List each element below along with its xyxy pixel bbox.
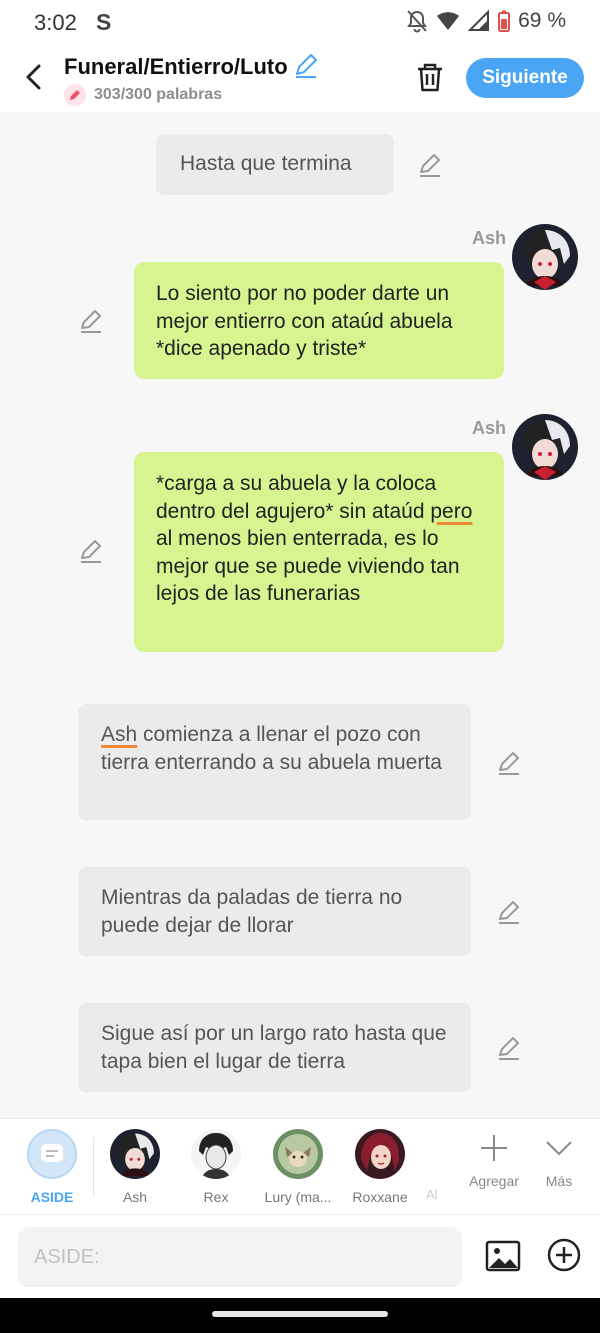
avatar bbox=[355, 1129, 405, 1179]
edit-message-button[interactable] bbox=[496, 1035, 522, 1061]
roxxane-avatar-image bbox=[355, 1129, 405, 1179]
add-label: Agregar bbox=[469, 1173, 519, 1189]
edit-message-button[interactable] bbox=[496, 750, 522, 776]
message-text: Lo siento por no poder darte un mejor en… bbox=[156, 282, 453, 360]
delete-button[interactable] bbox=[414, 60, 446, 94]
status-bar: 3:02 S 69 % bbox=[0, 0, 600, 46]
word-count: 303/300 palabras bbox=[94, 86, 223, 103]
plus-icon bbox=[481, 1135, 507, 1161]
home-indicator[interactable] bbox=[212, 1311, 388, 1317]
status-icons: 69 % bbox=[406, 9, 566, 33]
trash-icon bbox=[418, 63, 442, 92]
edit-message-button[interactable] bbox=[417, 152, 443, 178]
spellcheck-word: pero bbox=[430, 499, 473, 523]
message-text-part: comienza a llenar el pozo con tierra ent… bbox=[101, 723, 442, 774]
edit-message-button[interactable] bbox=[78, 308, 104, 334]
character-bubble[interactable]: *carga a su abuela y la coloca dentro de… bbox=[134, 452, 504, 652]
avatar[interactable] bbox=[512, 224, 578, 290]
character-label-truncated[interactable]: Al bbox=[426, 1187, 438, 1202]
spellcheck-word: Ash bbox=[101, 723, 138, 746]
pencil-icon bbox=[499, 901, 519, 924]
character-label: Roxxane bbox=[352, 1189, 408, 1205]
status-time: 3:02 bbox=[34, 10, 77, 35]
chat-area[interactable]: Hasta que termina Ash Lo siento por no p… bbox=[0, 112, 600, 1118]
character-lury[interactable]: Lury (ma... bbox=[258, 1129, 338, 1205]
message-text: Sigue así por un largo rato hasta que ta… bbox=[101, 1022, 447, 1073]
image-button[interactable] bbox=[484, 1237, 522, 1275]
battery-percent: 69 % bbox=[518, 9, 566, 32]
message-input[interactable] bbox=[18, 1227, 462, 1287]
story-title: Funeral/Entierro/Luto bbox=[64, 54, 288, 79]
avatar bbox=[191, 1129, 241, 1179]
ash-avatar-image bbox=[512, 414, 578, 480]
character-selector: ASIDE Ash Rex Lury (ma... Roxxane Al Agr… bbox=[0, 1118, 600, 1214]
message-text: Mientras da paladas de tierra no puede d… bbox=[101, 886, 403, 937]
system-nav-bar bbox=[0, 1298, 600, 1333]
carrier-letter: S bbox=[96, 9, 112, 35]
notifications-off-icon bbox=[407, 10, 427, 33]
character-rex[interactable]: Rex bbox=[176, 1129, 256, 1205]
sender-name: Ash bbox=[472, 228, 507, 248]
word-count-row: 303/300 palabras bbox=[64, 84, 222, 106]
input-bar bbox=[0, 1214, 600, 1298]
character-label: Rex bbox=[203, 1189, 229, 1205]
back-button[interactable] bbox=[18, 60, 48, 94]
chevron-left-icon bbox=[26, 64, 41, 90]
character-label: Lury (ma... bbox=[264, 1189, 332, 1205]
character-ash[interactable]: Ash bbox=[95, 1129, 175, 1205]
character-label: ASIDE bbox=[30, 1189, 74, 1205]
avatar[interactable] bbox=[512, 414, 578, 480]
aside-avatar bbox=[27, 1129, 77, 1179]
narration-bubble[interactable]: Hasta que termina bbox=[156, 134, 394, 195]
pencil-badge-icon bbox=[64, 84, 86, 106]
chat-bubble-icon bbox=[41, 1144, 63, 1162]
pencil-icon bbox=[499, 1037, 519, 1060]
add-attachment-button[interactable] bbox=[546, 1237, 582, 1273]
ash-avatar-image bbox=[512, 224, 578, 290]
message-text: Hasta que termina bbox=[180, 152, 352, 175]
pencil-icon bbox=[499, 752, 519, 775]
narration-bubble[interactable]: Ash comienza a llenar el pozo con tierra… bbox=[78, 704, 471, 820]
image-icon bbox=[485, 1240, 521, 1272]
pencil-icon bbox=[420, 154, 440, 177]
more-label: Más bbox=[545, 1173, 573, 1189]
pencil-icon bbox=[81, 310, 101, 333]
add-character-button[interactable]: Agregar bbox=[462, 1133, 526, 1189]
plus-circle-icon bbox=[547, 1238, 581, 1272]
lury-avatar-image bbox=[273, 1129, 323, 1179]
chevron-down-icon bbox=[546, 1141, 572, 1156]
rex-avatar-image bbox=[191, 1129, 241, 1179]
avatar bbox=[273, 1129, 323, 1179]
pencil-icon bbox=[296, 54, 317, 78]
divider bbox=[93, 1137, 94, 1197]
message-text-part: *carga a su abuela y la coloca dentro de… bbox=[156, 472, 437, 523]
message-text-part: al menos bien enterrada, es lo mejor que… bbox=[156, 527, 460, 605]
edit-message-button[interactable] bbox=[78, 538, 104, 564]
avatar bbox=[110, 1129, 160, 1179]
wifi-icon bbox=[437, 12, 460, 30]
sender-name: Ash bbox=[472, 418, 507, 438]
character-label: Ash bbox=[122, 1189, 148, 1205]
edit-title-button[interactable] bbox=[292, 52, 320, 80]
character-roxxane[interactable]: Roxxane bbox=[340, 1129, 420, 1205]
pencil-icon bbox=[81, 540, 101, 563]
battery-icon bbox=[498, 10, 511, 32]
next-button[interactable]: Siguiente bbox=[466, 58, 584, 98]
narration-bubble[interactable]: Mientras da paladas de tierra no puede d… bbox=[78, 867, 471, 956]
edit-message-button[interactable] bbox=[496, 899, 522, 925]
signal-icon bbox=[468, 10, 490, 31]
character-aside[interactable]: ASIDE bbox=[12, 1129, 92, 1205]
narration-bubble[interactable]: Sigue así por un largo rato hasta que ta… bbox=[78, 1003, 471, 1092]
header: Funeral/Entierro/Luto 303/300 palabras S… bbox=[0, 46, 600, 112]
character-bubble[interactable]: Lo siento por no poder darte un mejor en… bbox=[134, 262, 504, 379]
ash-avatar-image bbox=[110, 1129, 160, 1179]
more-button[interactable]: Más bbox=[527, 1133, 591, 1189]
